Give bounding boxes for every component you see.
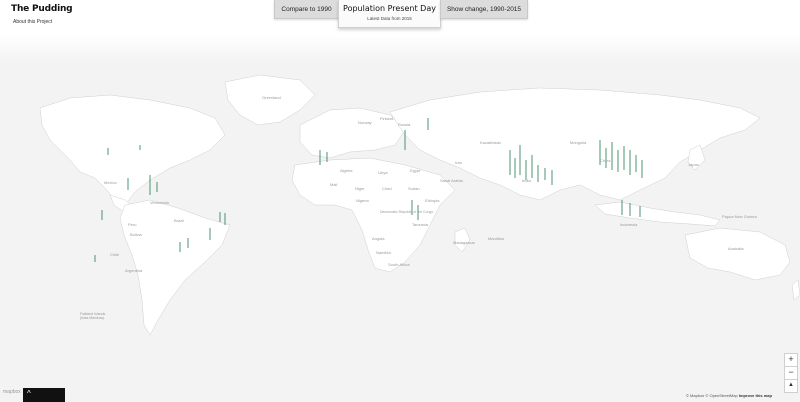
tab-compare-1990[interactable]: Compare to 1990	[274, 0, 339, 19]
tab-active-title: Population Present Day	[343, 4, 436, 13]
label-libya: Libya	[378, 170, 388, 175]
label-kazakhstan: Kazakhstan	[480, 140, 501, 145]
label-namibia: Namibia	[376, 250, 391, 255]
panel-toggle-button[interactable]: ^	[23, 388, 65, 402]
label-madagascar: Madagascar	[453, 240, 476, 245]
label-ethiopia: Ethiopia	[425, 198, 440, 203]
zoom-in-button[interactable]: +	[784, 353, 798, 367]
label-egypt: Egypt	[410, 168, 421, 173]
label-argentina: Argentina	[125, 268, 143, 273]
brand-title[interactable]: The Pudding	[11, 4, 73, 14]
label-brazil: Brazil	[174, 218, 185, 223]
map-attribution: © Mapbox © OpenStreetMap Improve this ma…	[686, 393, 772, 398]
label-south-africa: South Africa	[388, 262, 410, 267]
about-link[interactable]: About this Project	[13, 19, 52, 25]
label-tanzania: Tanzania	[412, 222, 429, 227]
chevron-up-icon: ^	[27, 389, 31, 398]
label-indonesia: Indonesia	[620, 222, 638, 227]
label-venezuela: Venezuela	[150, 200, 169, 205]
label-india: India	[522, 178, 531, 183]
label-mauritius: Mauritius	[488, 236, 505, 241]
label-china: China	[600, 158, 611, 163]
improve-map-link[interactable]: Improve this map	[739, 393, 772, 398]
label-russia: Russia	[398, 122, 411, 127]
label-mali: Mali	[330, 182, 338, 187]
label-angola: Angola	[372, 236, 385, 241]
zoom-out-button[interactable]: −	[784, 366, 798, 380]
compass-button[interactable]: ▲	[784, 379, 798, 393]
label-sudan: Sudan	[408, 186, 420, 191]
label-finland: Finland	[380, 116, 394, 121]
label-algeria: Algeria	[340, 168, 353, 173]
label-iran: Iran	[455, 160, 462, 165]
label-japan: Japan	[688, 162, 699, 167]
label-norway: Norway	[358, 120, 372, 125]
label-nigeria: Nigeria	[356, 198, 369, 203]
label-drc: Democratic Republic of the Congo	[380, 210, 434, 214]
label-peru: Peru	[128, 222, 137, 227]
label-mongolia: Mongolia	[570, 140, 587, 145]
label-papua: Papua New Guinea	[722, 214, 757, 219]
label-australia: Australia	[728, 246, 744, 251]
label-falkland: Falkland Islands (Islas Malvinas)	[80, 312, 106, 320]
tab-population-present-day[interactable]: Population Present Day Latest Data from …	[338, 0, 441, 28]
label-bolivia: Bolivia	[130, 232, 142, 237]
label-chad: Chad	[382, 186, 392, 191]
label-chile: Chile	[110, 252, 120, 257]
label-saudi-arabia: Saudi Arabia	[440, 178, 463, 183]
label-greenland: Greenland	[262, 95, 281, 100]
tab-show-change[interactable]: Show change, 1990-2015	[440, 0, 528, 19]
label-mexico: Mexico	[104, 180, 117, 185]
tab-active-subtitle: Latest Data from 2015	[367, 16, 412, 21]
mapbox-logo[interactable]: mapbox	[3, 389, 21, 395]
attribution-text[interactable]: © Mapbox © OpenStreetMap	[686, 393, 738, 398]
map-page: Greenland Russia Finland Norway Kazakhst…	[0, 0, 800, 402]
label-niger: Niger	[355, 186, 365, 191]
